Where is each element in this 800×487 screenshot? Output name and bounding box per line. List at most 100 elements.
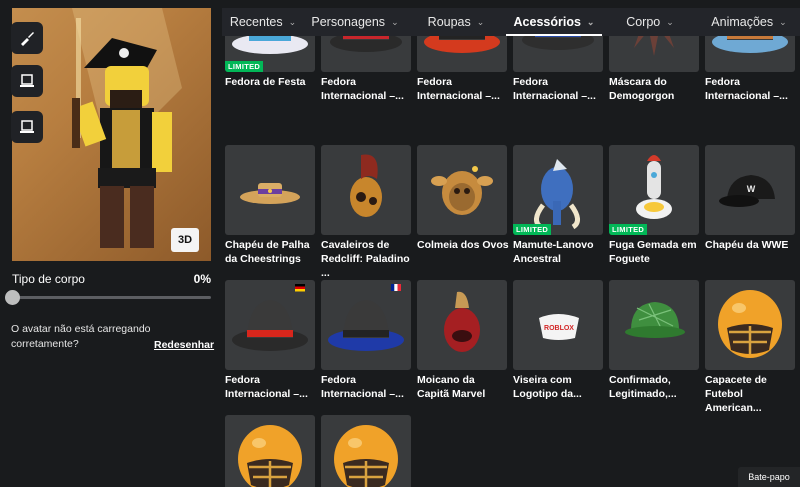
wwe-cap-icon: W bbox=[719, 175, 775, 207]
item-thumbnail[interactable] bbox=[609, 36, 699, 72]
fedora-red-flag-de-icon bbox=[232, 284, 308, 351]
chevron-down-icon: ⌄ bbox=[586, 16, 595, 27]
item-thumbnail[interactable] bbox=[417, 280, 507, 370]
tab-label: Corpo bbox=[626, 15, 661, 29]
item-thumbnail[interactable] bbox=[225, 145, 315, 235]
limited-badge: LIMITED bbox=[513, 224, 552, 235]
visor-logo-text: ROBLOX bbox=[544, 325, 574, 332]
item-card[interactable]: Fedora Internacional –... bbox=[321, 36, 411, 103]
item-card[interactable]: Fedora Internacional –... bbox=[513, 36, 603, 103]
laptop-view-button-2[interactable] bbox=[11, 111, 43, 143]
item-name: Fedora Internacional –... bbox=[513, 76, 596, 102]
category-tabs: Recentes ⌄ Personagens ⌄ Roupas ⌄ Acessório… bbox=[222, 8, 800, 36]
fedora-yellow-blue-icon bbox=[522, 36, 594, 50]
item-name: Máscara do Demogorgon bbox=[609, 76, 675, 102]
item-name: Fedora Internacional –... bbox=[321, 374, 404, 400]
item-thumbnail[interactable]: LIMITED bbox=[609, 145, 699, 235]
item-name: Capacete de Futebol American... bbox=[705, 374, 767, 414]
item-card[interactable]: Fedora Internacional –... bbox=[225, 280, 315, 401]
body-type-slider-knob[interactable] bbox=[5, 290, 20, 305]
item-card[interactable]: Máscara do Demogorgon bbox=[609, 36, 699, 103]
item-card[interactable] bbox=[225, 415, 315, 487]
mohawk-icon bbox=[444, 291, 480, 352]
rocket-egg-icon bbox=[636, 155, 672, 219]
item-card[interactable]: W Chapéu da WWE bbox=[705, 145, 795, 252]
item-card[interactable]: LIMITED Fuga Gemada em Foguete bbox=[609, 145, 699, 266]
item-name: Fedora Internacional –... bbox=[705, 76, 788, 102]
item-thumbnail[interactable]: W bbox=[705, 145, 795, 235]
item-thumbnail[interactable]: LIMITED bbox=[225, 36, 315, 72]
item-thumbnail[interactable]: LIMITED bbox=[513, 145, 603, 235]
item-card[interactable]: Moicano da Capitã Marvel bbox=[417, 280, 507, 401]
item-name: Fedora Internacional –... bbox=[321, 76, 404, 102]
item-name: Confirmado, Legitimado,... bbox=[609, 374, 677, 400]
item-name: Fedora Internacional –... bbox=[225, 374, 308, 400]
item-card[interactable] bbox=[321, 415, 411, 487]
item-thumbnail[interactable] bbox=[321, 415, 411, 487]
loading-note: O avatar não está carregando corretament… bbox=[11, 323, 151, 350]
item-thumbnail[interactable] bbox=[705, 36, 795, 72]
tab-recentes[interactable]: Recentes ⌄ bbox=[222, 8, 304, 36]
chat-button[interactable]: Bate-papo bbox=[738, 467, 800, 487]
item-name: Fuga Gemada em Foguete bbox=[609, 239, 697, 265]
beehive-icon bbox=[431, 166, 493, 215]
item-card[interactable]: Colmeia dos Ovos bbox=[417, 145, 509, 252]
redraw-link[interactable]: Redesenhar bbox=[154, 339, 214, 351]
fedora-blue-flag-fr-icon bbox=[328, 284, 404, 351]
item-thumbnail[interactable]: ROBLOX bbox=[513, 280, 603, 370]
item-thumbnail[interactable] bbox=[321, 36, 411, 72]
limited-badge: LIMITED bbox=[225, 61, 264, 72]
laptop-icon bbox=[20, 120, 34, 133]
item-name: Chapéu da WWE bbox=[705, 239, 789, 251]
brush-icon bbox=[21, 32, 34, 46]
item-card[interactable]: LIMITED Fedora de Festa bbox=[225, 36, 315, 89]
item-card[interactable]: Fedora Internacional –... bbox=[417, 36, 507, 103]
item-card[interactable]: Capacete de Futebol American... bbox=[705, 280, 795, 415]
laptop-view-button[interactable] bbox=[11, 65, 43, 97]
item-card[interactable]: Cavaleiros de Redcliff: Paladino ... bbox=[321, 145, 411, 280]
straw-hat-icon bbox=[240, 183, 300, 204]
item-thumbnail[interactable] bbox=[321, 145, 411, 235]
item-name: Mamute-Lanovo Ancestral bbox=[513, 239, 594, 265]
item-card[interactable]: Fedora Internacional –... bbox=[321, 280, 411, 401]
chevron-down-icon: ⌄ bbox=[476, 16, 485, 27]
demogorgon-icon bbox=[634, 36, 674, 56]
item-card[interactable]: ROBLOX Viseira com Logotipo da... bbox=[513, 280, 603, 401]
item-card[interactable]: LIMITED Mamute-Lanovo Ancestral bbox=[513, 145, 603, 266]
item-thumbnail[interactable] bbox=[417, 145, 507, 235]
tab-label: Animações bbox=[711, 15, 774, 29]
fedora-orange-icon bbox=[424, 36, 500, 53]
tab-corpo[interactable]: Corpo ⌄ bbox=[602, 8, 698, 36]
item-card[interactable]: Confirmado, Legitimado,... bbox=[609, 280, 699, 401]
tab-acessorios[interactable]: Acessórios ⌄ bbox=[506, 8, 602, 36]
body-type-slider-track[interactable] bbox=[12, 296, 211, 299]
chevron-down-icon: ⌄ bbox=[666, 16, 674, 27]
mammoth-icon bbox=[534, 159, 580, 230]
football-helmet-icon bbox=[334, 425, 398, 487]
item-thumbnail[interactable] bbox=[609, 280, 699, 370]
chevron-down-icon: ⌄ bbox=[288, 16, 297, 27]
tab-label: Recentes bbox=[229, 15, 283, 29]
laptop-icon bbox=[20, 74, 34, 87]
fedora-blue-icon bbox=[712, 36, 788, 53]
tab-animacoes[interactable]: Animações ⌄ bbox=[698, 8, 800, 36]
tab-personagens[interactable]: Personagens ⌄ bbox=[304, 8, 406, 36]
tab-roupas[interactable]: Roupas ⌄ bbox=[406, 8, 506, 36]
avatar-panel: 3D Tipo de corpo 0% O avatar não está ca… bbox=[0, 0, 222, 487]
tab-label: Acessórios bbox=[513, 15, 581, 29]
item-thumbnail[interactable] bbox=[417, 36, 507, 72]
item-thumbnail[interactable] bbox=[321, 280, 411, 370]
item-thumbnail[interactable] bbox=[513, 36, 603, 72]
football-helmet-icon bbox=[718, 290, 782, 358]
football-helmet-icon bbox=[238, 425, 302, 487]
item-thumbnail[interactable] bbox=[225, 280, 315, 370]
item-name: Fedora de Festa bbox=[225, 76, 306, 88]
brush-tool-button[interactable] bbox=[11, 22, 43, 54]
item-thumbnail[interactable] bbox=[225, 415, 315, 487]
item-name: Colmeia dos Ovos bbox=[417, 239, 509, 251]
view-3d-toggle[interactable]: 3D bbox=[171, 228, 199, 252]
item-card[interactable]: Chapéu de Palha da Cheestrings bbox=[225, 145, 315, 266]
item-thumbnail[interactable] bbox=[705, 280, 795, 370]
item-card[interactable]: Fedora Internacional –... bbox=[705, 36, 795, 103]
item-grid: LIMITED Fedora de Festa Fedora Internacion… bbox=[222, 36, 800, 487]
